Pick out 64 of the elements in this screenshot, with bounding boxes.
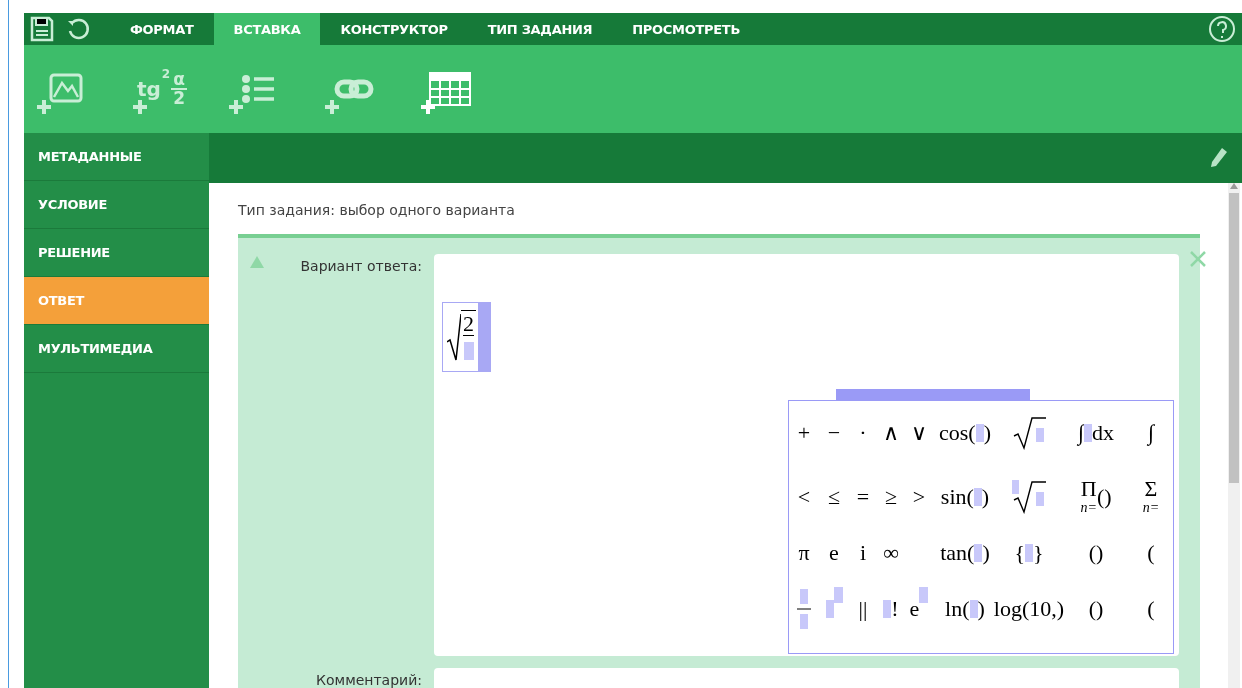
radicand-text: 2: [463, 313, 474, 336]
math-symbol-button[interactable]: π: [789, 529, 819, 577]
ribbon-tab[interactable]: КОНСТРУКТОР: [320, 13, 468, 45]
math-symbol-button[interactable]: >: [905, 465, 933, 529]
math-symbol-button[interactable]: (): [1061, 529, 1131, 577]
pencil-icon[interactable]: [1208, 147, 1228, 169]
palette-handle[interactable]: [836, 389, 1030, 400]
math-function-button[interactable]: cos( ): [933, 401, 997, 465]
ribbon-tab[interactable]: ТИП ЗАДАНИЯ: [467, 13, 613, 45]
factorial-button[interactable]: !: [877, 577, 905, 641]
list-icon: [241, 74, 275, 104]
math-symbol-button[interactable]: ∞: [877, 529, 905, 577]
ribbon-tab[interactable]: ПРОСМОТРЕТЬ: [612, 13, 761, 45]
plus-icon: [36, 99, 52, 115]
power-button[interactable]: e: [905, 577, 933, 641]
math-symbol-button[interactable]: ·: [849, 401, 877, 465]
math-symbol-button[interactable]: =: [849, 465, 877, 529]
placeholder-icon: [883, 600, 892, 618]
math-symbol-button[interactable]: ∨: [905, 401, 933, 465]
math-function-button[interactable]: ∫ dx: [1061, 401, 1131, 465]
answer-label: Вариант ответа:: [299, 257, 423, 274]
math-symbol-button[interactable]: (: [1131, 529, 1171, 577]
placeholder-icon: [974, 544, 983, 562]
placeholder-icon: [463, 342, 474, 360]
fraction-icon: [797, 589, 811, 629]
math-symbol-button[interactable]: <: [789, 465, 819, 529]
ribbon-tab[interactable]: ФОРМАТ: [110, 13, 214, 45]
scrollbar-thumb[interactable]: [1229, 193, 1239, 483]
collapse-icon[interactable]: [250, 256, 264, 268]
math-operator-button[interactable]: ∫: [1131, 401, 1171, 465]
close-icon[interactable]: [1189, 250, 1207, 268]
plus-icon: [420, 99, 436, 115]
table-icon: [429, 72, 471, 106]
placeholder-icon: [1084, 424, 1092, 442]
task-type-text: Тип задания: выбор одного варианта: [238, 201, 516, 220]
math-symbol-button[interactable]: +: [789, 401, 819, 465]
selection-bar: [478, 303, 490, 371]
math-symbol-button[interactable]: (: [1131, 577, 1171, 641]
image-icon: [49, 73, 83, 105]
math-function-button[interactable]: sin( ): [933, 465, 997, 529]
plus-icon: [132, 99, 148, 115]
placeholder-icon: [973, 488, 982, 506]
math-symbol-button[interactable]: −: [819, 401, 849, 465]
link-icon: [334, 78, 374, 100]
math-symbol-button[interactable]: ≥: [877, 465, 905, 529]
formula-field[interactable]: 2: [442, 302, 491, 372]
exponent-icon: [919, 587, 929, 603]
math-symbol-button[interactable]: ∧: [877, 401, 905, 465]
placeholder-icon: [975, 424, 984, 442]
placeholder-icon: [1025, 544, 1033, 562]
math-function-button[interactable]: { }: [997, 529, 1061, 577]
math-function-button[interactable]: tan( ): [933, 529, 997, 577]
placeholder-icon: [825, 600, 834, 618]
math-symbol-button[interactable]: ||: [849, 577, 877, 641]
math-symbol-button[interactable]: ≤: [819, 465, 849, 529]
exponent-icon: [833, 587, 843, 603]
math-symbol-button[interactable]: e: [819, 529, 849, 577]
math-symbol-button[interactable]: i: [849, 529, 877, 577]
plus-icon: [228, 99, 244, 115]
math-operator-button[interactable]: Σ n=: [1131, 465, 1171, 529]
radical-icon: [447, 312, 461, 362]
plus-icon: [324, 99, 340, 115]
placeholder-icon: [969, 600, 978, 618]
comment-label: Комментарий:: [315, 671, 423, 688]
